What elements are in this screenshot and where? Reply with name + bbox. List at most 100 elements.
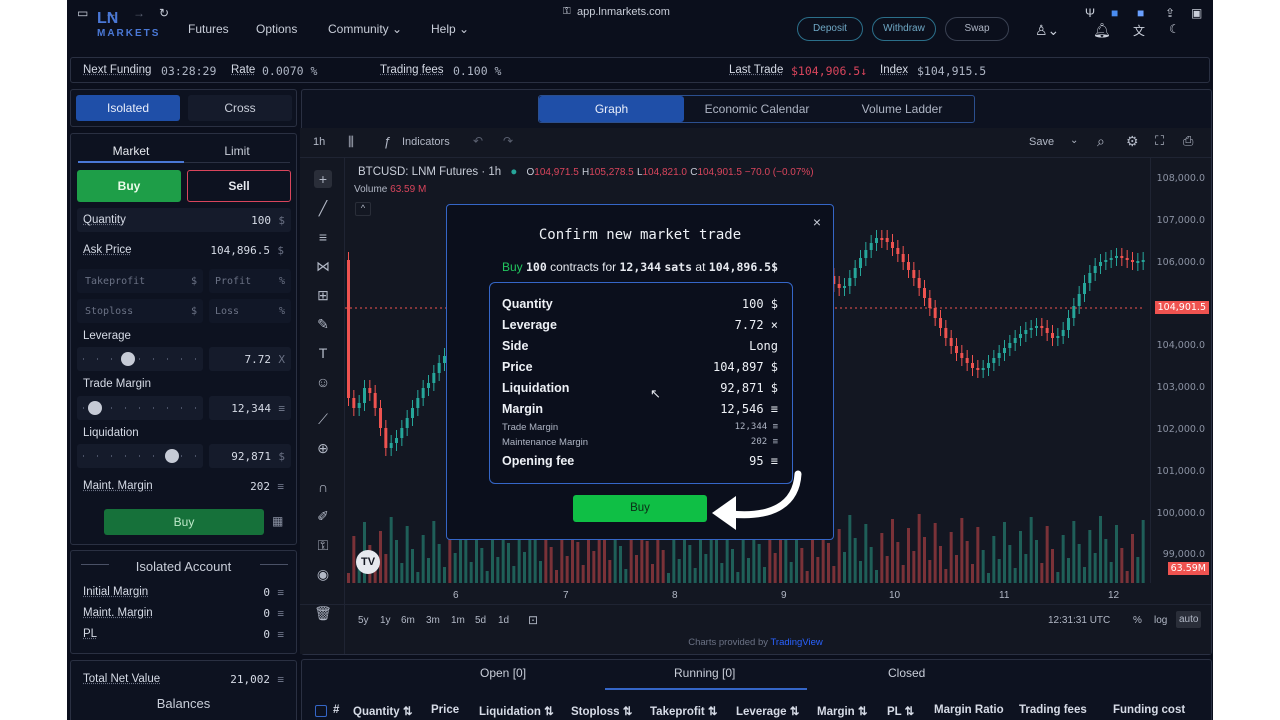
indicators-icon[interactable]: ƒ	[384, 134, 391, 149]
sell-side-button[interactable]: Sell	[187, 170, 291, 202]
stoploss-input[interactable]: Stoploss $	[77, 299, 203, 323]
indicators-button[interactable]: Indicators	[402, 136, 450, 148]
forecast-icon[interactable]: ⊞	[314, 286, 332, 304]
cross-tab[interactable]: Cross	[188, 95, 292, 121]
trade-margin-slider[interactable]	[77, 396, 203, 420]
tabs-icon[interactable]: ▣	[1191, 6, 1202, 20]
magnet-icon[interactable]: ∩	[314, 478, 332, 496]
swap-button[interactable]: Swap	[945, 17, 1009, 41]
goto-date-icon[interactable]: ⊡	[528, 613, 538, 627]
interval-button[interactable]: 1h	[313, 136, 325, 148]
liquidation-slider[interactable]	[77, 444, 203, 468]
col-trading-fees[interactable]: Trading fees	[1019, 704, 1087, 716]
col-margin[interactable]: Margin ⇅	[817, 704, 868, 718]
market-tab[interactable]: Market	[78, 144, 184, 158]
nav-futures[interactable]: Futures	[188, 22, 229, 36]
tab-closed[interactable]: Closed	[888, 666, 925, 680]
col-margin-ratio[interactable]: Margin Ratio	[934, 704, 1004, 716]
buy-side-button[interactable]: Buy	[77, 170, 181, 202]
moon-icon[interactable]: ☾	[1169, 22, 1180, 36]
col-index[interactable]: #	[333, 704, 339, 716]
limit-tab[interactable]: Limit	[184, 144, 290, 158]
tab-volume-ladder[interactable]: Volume Ladder	[830, 96, 974, 122]
trade-margin-slider-handle[interactable]	[88, 401, 102, 415]
range-6m[interactable]: 6m	[401, 615, 415, 626]
zoom-in-icon[interactable]: ⊕	[314, 439, 332, 457]
col-takeprofit[interactable]: Takeprofit ⇅	[650, 704, 718, 718]
tab-open[interactable]: Open [0]	[480, 666, 526, 680]
select-all-checkbox[interactable]	[315, 705, 327, 717]
liquidation-input[interactable]: 92,871 $	[209, 444, 291, 468]
tab-economic-calendar[interactable]: Economic Calendar	[684, 96, 830, 122]
lock-drawings-icon[interactable]: ✐	[314, 507, 332, 525]
translate-icon[interactable]: 文	[1133, 22, 1145, 39]
ruler-icon[interactable]: ⟋	[314, 410, 332, 428]
logo[interactable]: LN MARKETS	[97, 10, 160, 39]
camera-icon[interactable]: ⎙	[1183, 133, 1193, 149]
col-price[interactable]: Price	[431, 704, 459, 716]
col-stoploss[interactable]: Stoploss ⇅	[571, 704, 632, 718]
quantity-field[interactable]: Quantity 100 $	[77, 208, 291, 232]
liquidation-slider-handle[interactable]	[165, 449, 179, 463]
col-liquidation[interactable]: Liquidation ⇅	[479, 704, 554, 718]
calculator-icon[interactable]: ▦	[272, 514, 283, 528]
reload-icon[interactable]: ↻	[159, 6, 169, 20]
nav-community[interactable]: Community ⌄	[328, 22, 402, 36]
leverage-slider-handle[interactable]	[121, 352, 135, 366]
user-icon[interactable]: ♙⌄	[1035, 22, 1059, 39]
nav-help[interactable]: Help ⌄	[431, 22, 469, 36]
gear-icon[interactable]: ⚙	[1126, 133, 1139, 150]
confirm-buy-button[interactable]: Buy	[573, 495, 707, 522]
col-quantity[interactable]: Quantity ⇅	[353, 704, 412, 718]
leverage-slider[interactable]	[77, 347, 203, 371]
deposit-button[interactable]: Deposit	[797, 17, 863, 41]
undo-icon[interactable]: ↶	[473, 134, 483, 148]
isolated-tab[interactable]: Isolated	[76, 95, 180, 121]
candle-type-icon[interactable]: ⫼	[348, 134, 354, 150]
leverage-input[interactable]: 7.72 X	[209, 347, 291, 371]
submit-buy-button[interactable]: Buy	[104, 509, 264, 535]
eye-icon[interactable]: ◉	[314, 565, 332, 583]
redo-icon[interactable]: ↷	[503, 134, 513, 148]
nav-options[interactable]: Options	[256, 22, 297, 36]
withdraw-button[interactable]: Withdraw	[872, 17, 936, 41]
emoji-icon[interactable]: ☺	[314, 373, 332, 391]
url-text[interactable]: app.lnmarkets.com	[577, 6, 670, 18]
bell-icon[interactable]: 🔔︎	[1093, 22, 1111, 39]
lock-icon[interactable]: ⚿	[314, 536, 332, 554]
percent-toggle[interactable]: %	[1133, 615, 1142, 626]
trade-margin-input[interactable]: 12,344 ≡	[209, 396, 291, 420]
log-toggle[interactable]: log	[1154, 615, 1167, 626]
brush-icon[interactable]: ✎	[314, 315, 332, 333]
range-1d[interactable]: 1d	[498, 615, 509, 626]
extension-icon[interactable]: Ψ	[1085, 6, 1095, 20]
credit-link[interactable]: TradingView	[770, 637, 822, 648]
range-1m[interactable]: 1m	[451, 615, 465, 626]
save-button[interactable]: Save	[1029, 136, 1054, 148]
sidebar-toggle-icon[interactable]: ▭	[77, 6, 88, 20]
share-icon[interactable]: ⇪	[1165, 6, 1175, 20]
profit-input[interactable]: Profit %	[209, 269, 291, 293]
auto-toggle[interactable]: auto	[1176, 611, 1202, 628]
price-axis[interactable]: 108,000.0 107,000.0 106,000.0 104,901.5 …	[1150, 158, 1211, 583]
bitwarden-icon[interactable]: ■	[1137, 6, 1144, 20]
tab-graph[interactable]: Graph	[539, 96, 684, 122]
range-5d[interactable]: 5d	[475, 615, 486, 626]
save-dropdown-icon[interactable]: ⌄	[1070, 135, 1078, 146]
pattern-icon[interactable]: ⋈	[314, 257, 332, 275]
loss-input[interactable]: Loss %	[209, 299, 291, 323]
clock-time[interactable]: 12:31:31 UTC	[1048, 615, 1110, 626]
takeprofit-input[interactable]: Takeprofit $	[77, 269, 203, 293]
col-pl[interactable]: PL ⇅	[887, 704, 914, 718]
fullscreen-icon[interactable]: ⛶	[1155, 133, 1164, 149]
text-icon[interactable]: T	[314, 344, 332, 362]
trendline-icon[interactable]: ╱	[314, 199, 332, 217]
range-1y[interactable]: 1y	[380, 615, 391, 626]
search-icon[interactable]: ⌕	[1097, 133, 1105, 150]
range-5y[interactable]: 5y	[358, 615, 369, 626]
crosshair-icon[interactable]: +	[314, 170, 332, 188]
col-funding-cost[interactable]: Funding cost	[1113, 704, 1185, 716]
tradingview-logo[interactable]: TV	[356, 550, 380, 574]
range-3m[interactable]: 3m	[426, 615, 440, 626]
col-leverage[interactable]: Leverage ⇅	[736, 704, 799, 718]
